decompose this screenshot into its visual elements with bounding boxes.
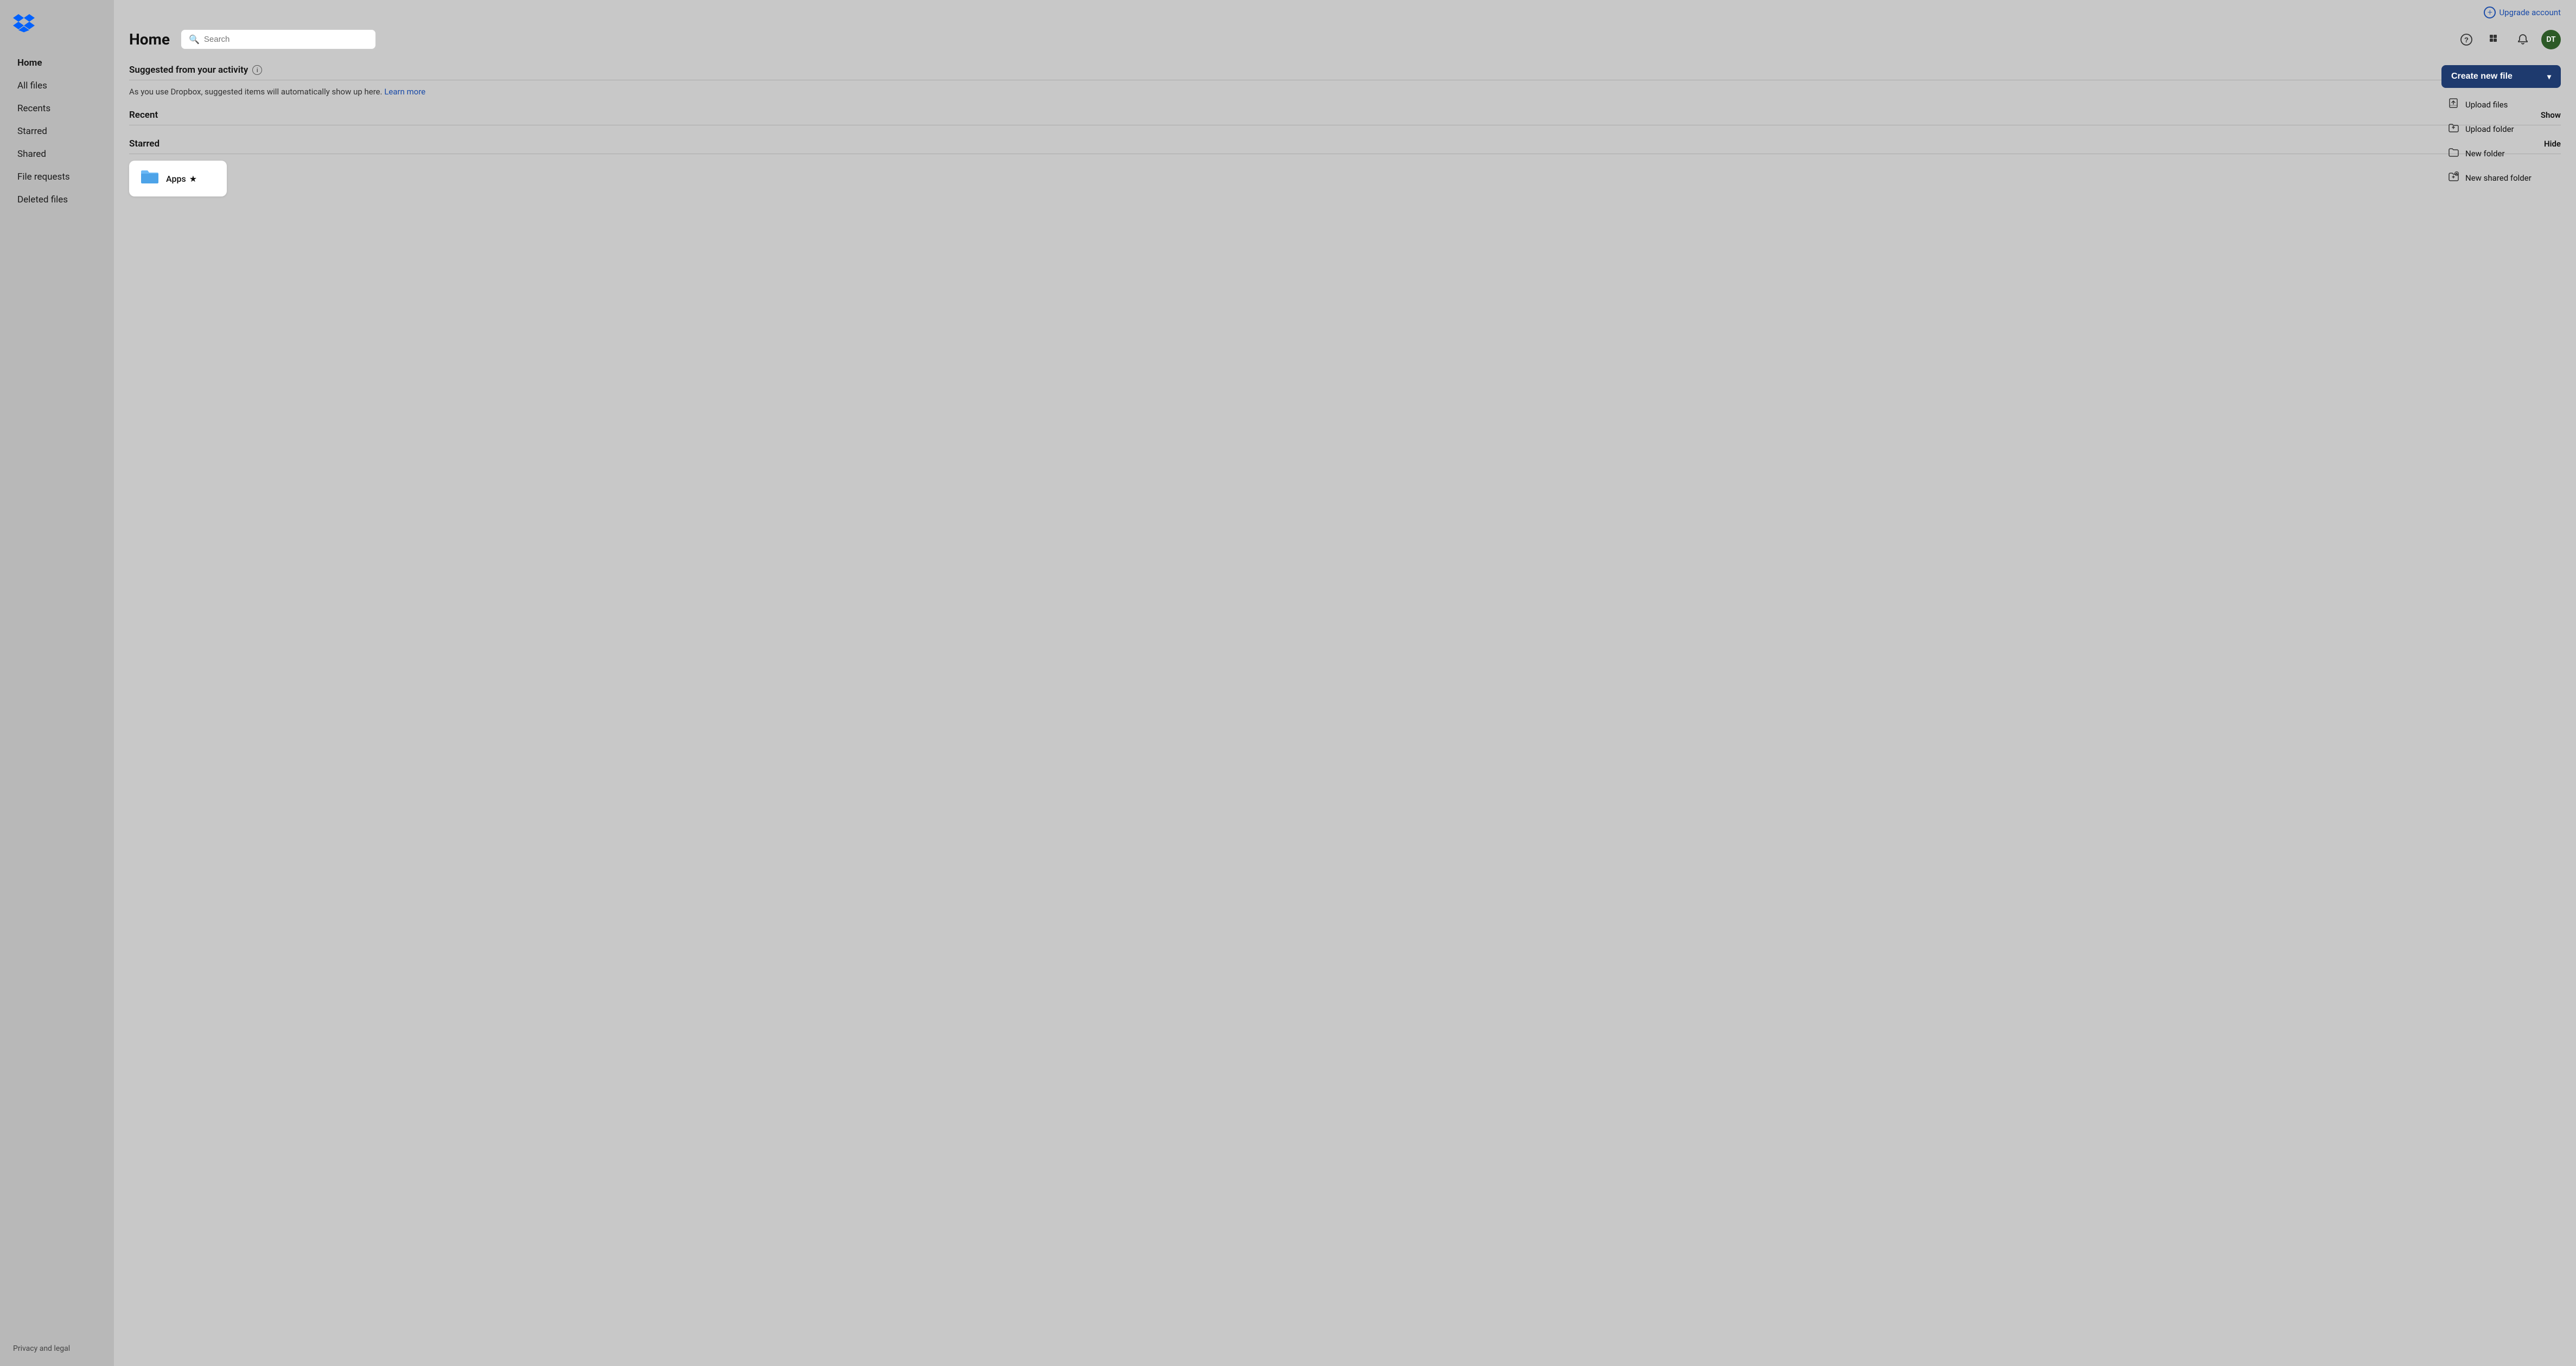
new-folder-icon (2448, 147, 2459, 160)
suggested-title: Suggested from your activity i (129, 65, 262, 75)
starred-title: Starred (129, 138, 160, 149)
create-new-file-button[interactable]: Create new file ▾ (2441, 65, 2561, 88)
sidebar-item-starred[interactable]: Starred (4, 120, 110, 142)
new-shared-folder-item[interactable]: New shared folder (2441, 166, 2561, 190)
folder-plus-shape-icon (2448, 171, 2459, 182)
help-icon: ? (2460, 34, 2472, 46)
grid-icon (2489, 34, 2501, 46)
suggested-header: Suggested from your activity i Hide (129, 65, 2561, 80)
logo[interactable] (0, 13, 114, 52)
sidebar-item-shared[interactable]: Shared (4, 143, 110, 165)
notifications-button[interactable] (2513, 30, 2533, 49)
apps-folder-name: Apps ★ (166, 174, 197, 184)
sidebar: Home All files Recents Starred Shared Fi… (0, 0, 114, 1366)
apps-grid-button[interactable] (2485, 30, 2504, 49)
recent-header: Recent Show (129, 110, 2561, 125)
recent-section: Recent Show (129, 110, 2561, 125)
sidebar-item-file-requests[interactable]: File requests (4, 166, 110, 188)
star-filled-icon: ★ (189, 174, 197, 184)
upload-file-icon (2448, 98, 2459, 111)
starred-section: Starred Hide Apps ★ (129, 138, 2561, 196)
upload-folder-item[interactable]: Upload folder (2441, 117, 2561, 141)
upload-files-item[interactable]: Upload files (2441, 92, 2561, 117)
folder-shape-new-icon (2448, 147, 2459, 157)
page-title: Home (129, 30, 170, 48)
privacy-legal-link[interactable]: Privacy and legal (0, 1344, 114, 1353)
avatar[interactable]: DT (2541, 30, 2561, 49)
sidebar-item-home[interactable]: Home (4, 52, 110, 74)
suggested-info-icon[interactable]: i (252, 65, 262, 75)
search-icon: 🔍 (189, 34, 200, 45)
sidebar-item-recents[interactable]: Recents (4, 98, 110, 119)
create-actions-panel: Create new file ▾ Upload files Upload fo… (2441, 65, 2561, 190)
upload-folder-shape-icon (2448, 122, 2459, 133)
main-content: + Upgrade account Home 🔍 ? (114, 0, 2576, 1366)
upload-file-shape-icon (2448, 98, 2459, 109)
content-header: Home 🔍 ? (129, 29, 2561, 49)
apps-folder-card[interactable]: Apps ★ (129, 161, 227, 196)
upgrade-plus-icon: + (2484, 7, 2496, 18)
page-content: Home 🔍 ? (114, 18, 2576, 1366)
dropbox-logo-icon (13, 13, 35, 33)
suggested-body: As you use Dropbox, suggested items will… (129, 87, 2561, 97)
learn-more-link[interactable]: Learn more (384, 87, 425, 97)
upgrade-account-link[interactable]: + Upgrade account (2484, 7, 2561, 18)
new-folder-item[interactable]: New folder (2441, 141, 2561, 166)
help-button[interactable]: ? (2457, 30, 2476, 49)
search-input[interactable] (204, 35, 368, 44)
chevron-down-icon: ▾ (2547, 72, 2551, 81)
sidebar-item-deleted-files[interactable]: Deleted files (4, 189, 110, 211)
sidebar-nav: Home All files Recents Starred Shared Fi… (0, 52, 114, 1344)
sidebar-item-all-files[interactable]: All files (4, 75, 110, 97)
svg-text:?: ? (2464, 36, 2469, 44)
bell-icon (2517, 34, 2529, 46)
topbar: + Upgrade account (114, 0, 2576, 18)
search-bar[interactable]: 🔍 (181, 29, 376, 49)
suggested-section: Suggested from your activity i Hide As y… (129, 65, 2561, 97)
folder-icon (140, 168, 160, 189)
recent-title: Recent (129, 110, 158, 120)
folder-shape-icon (140, 168, 160, 185)
new-shared-folder-icon (2448, 171, 2459, 185)
starred-header: Starred Hide (129, 138, 2561, 154)
header-icons: ? D (2457, 30, 2561, 49)
upload-folder-icon (2448, 122, 2459, 136)
